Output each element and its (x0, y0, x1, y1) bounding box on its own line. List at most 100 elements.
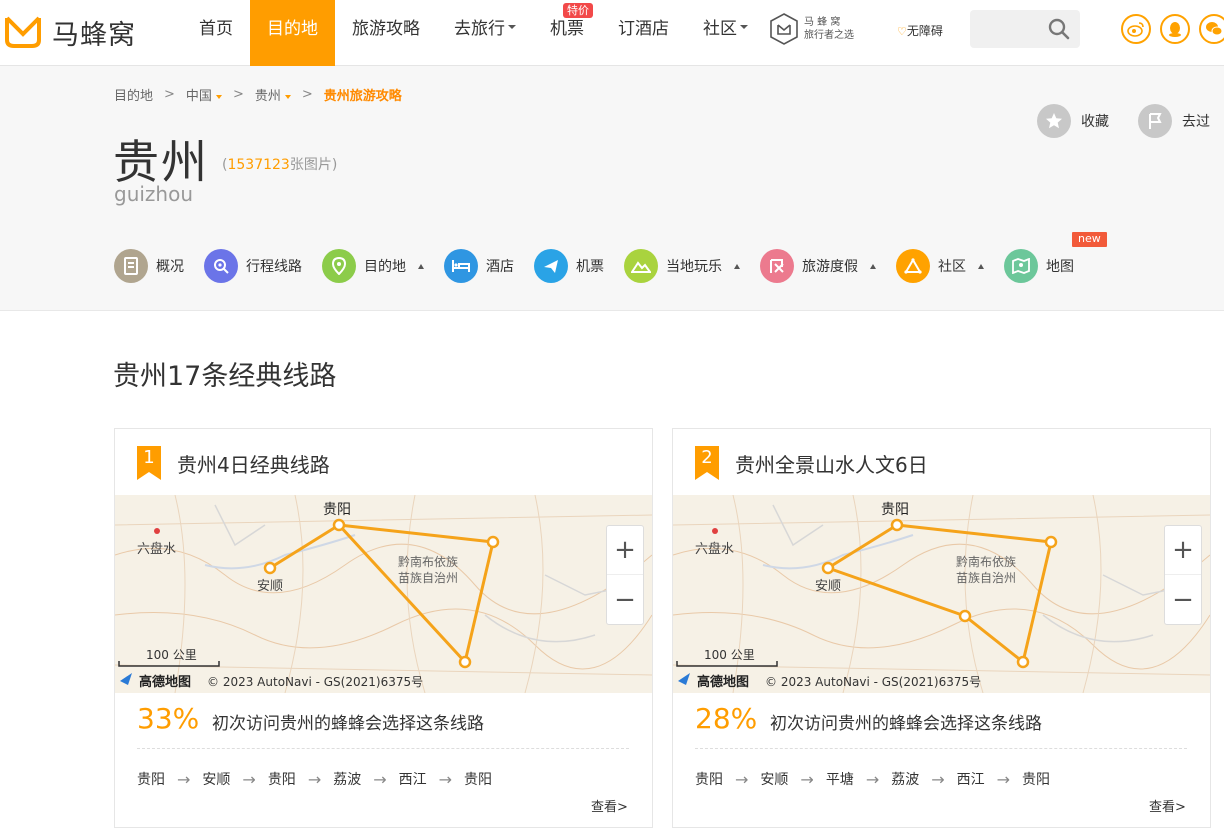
vacation-icon (760, 249, 794, 283)
chevron-down-icon (740, 25, 748, 29)
logo-text: 马蜂窝 (52, 19, 136, 51)
arrow-right-icon: → (438, 769, 453, 789)
route-title[interactable]: 贵州全景山水人文6日 (735, 449, 928, 478)
map-icon (1004, 249, 1038, 283)
caret-up-icon (418, 263, 424, 269)
view-more-link[interactable]: 查看> (591, 796, 628, 815)
map-copyright: © 2023 AutoNavi - GS(2021)6375号 (765, 675, 981, 689)
nav-label: 订酒店 (618, 19, 669, 39)
subnav-map[interactable]: 地图 new (1004, 232, 1107, 283)
weibo-icon[interactable] (1121, 14, 1151, 44)
site-logo[interactable]: 马蜂窝 (4, 12, 136, 52)
nav-label: 机票 (550, 19, 584, 39)
nav-label: 去旅行 (454, 19, 505, 39)
subnav-community[interactable]: 社区 (896, 249, 984, 283)
route-map[interactable]: 贵阳 安顺 六盘水 黔南布依族 苗族自治州 100 公里 高德地图 © 2023… (673, 495, 1210, 693)
map-label-anshun: 安顺 (815, 579, 841, 594)
photo-count-link[interactable]: (1537123张图片) (222, 154, 337, 174)
map-scale: 100 公里 (704, 648, 755, 662)
breadcrumb-destination[interactable]: 目的地 (114, 85, 153, 104)
qq-icon[interactable] (1160, 14, 1190, 44)
search-icon[interactable] (1048, 18, 1070, 40)
route-percent: 28% (695, 702, 758, 735)
subnav-routes[interactable]: 行程线路 (204, 249, 302, 283)
nav-label: 社区 (703, 19, 737, 39)
stop: 荔波 (333, 772, 362, 788)
brand2-line2: 旅行者之选 (804, 30, 854, 41)
route-icon (204, 249, 238, 283)
route-percent: 33% (137, 702, 200, 735)
wechat-glyph (1206, 22, 1223, 36)
subnav-label: 概况 (156, 259, 184, 275)
stop: 贵阳 (1022, 772, 1051, 788)
map-label-qiannan-1: 黔南布依族 (398, 554, 458, 569)
map-label-anshun: 安顺 (257, 579, 283, 594)
subnav-label: 社区 (938, 259, 966, 275)
divider (695, 748, 1187, 749)
star-icon (1037, 104, 1071, 138)
route-card[interactable]: 1 贵州4日经典线路 贵阳 安顺 六盘水 黔南布依族 苗族自治州 100 公里 (114, 428, 653, 828)
weibo-glyph (1127, 22, 1144, 37)
breadcrumb-label: 中国 (185, 89, 212, 104)
nav-flights[interactable]: 机票 特价 (533, 0, 601, 66)
brand2-line1: 马 蜂 窝 (804, 17, 841, 28)
nav-travel-guide[interactable]: 旅游攻略 (335, 0, 437, 66)
subnav-vacation[interactable]: 旅游度假 (760, 249, 876, 283)
plane-icon (534, 249, 568, 283)
search-input[interactable] (978, 10, 1048, 48)
accessibility-link[interactable]: ♡无障碍 (897, 22, 943, 39)
subnav-flights[interactable]: 机票 (534, 249, 604, 283)
stop: 贵阳 (464, 772, 493, 788)
map-copyright: © 2023 AutoNavi - GS(2021)6375号 (207, 675, 423, 689)
map-canvas: 贵阳 安顺 六盘水 黔南布依族 苗族自治州 100 公里 高德地图 © 2023… (115, 495, 652, 693)
breadcrumb-current: 贵州旅游攻略 (323, 89, 402, 104)
subnav-overview[interactable]: 概况 (114, 249, 184, 283)
view-more-link[interactable]: 查看> (1149, 796, 1186, 815)
map-zoom-control: + − (1164, 525, 1202, 625)
route-percent-text: 初次访问贵州的蜂蜂会选择这条线路 (770, 714, 1042, 734)
map-label-liupanshui: 六盘水 (137, 541, 176, 557)
nav-home[interactable]: 首页 (182, 0, 250, 66)
arrow-right-icon: → (307, 769, 322, 789)
subnav-label: 旅游度假 (802, 259, 858, 275)
mafengwo-select-brand[interactable]: 马 蜂 窝 旅行者之选 (768, 12, 854, 46)
nav-go-travel[interactable]: 去旅行 (437, 0, 533, 66)
route-map[interactable]: 贵阳 安顺 六盘水 黔南布依族 苗族自治州 100 公里 高德地图 © 2023… (115, 495, 652, 693)
subnav-local-fun[interactable]: 当地玩乐 (624, 249, 740, 283)
zoom-out-button[interactable]: − (607, 575, 643, 624)
subnav-label: 地图 (1046, 259, 1074, 275)
wechat-icon[interactable] (1199, 14, 1224, 44)
arrow-right-icon: → (865, 769, 880, 789)
breadcrumb-china[interactable]: 中国 (186, 85, 222, 104)
visited-button[interactable]: 去过 (1138, 104, 1210, 138)
subnav-label: 当地玩乐 (666, 259, 722, 275)
logo-icon (5, 16, 41, 48)
zoom-out-button[interactable]: − (1165, 575, 1201, 624)
divider (137, 748, 629, 749)
stop: 贵阳 (267, 772, 296, 788)
subnav-label: 酒店 (486, 259, 514, 275)
zoom-in-button[interactable]: + (1165, 526, 1201, 575)
arrow-right-icon: → (242, 769, 256, 789)
favorite-button[interactable]: 收藏 (1037, 104, 1109, 138)
stop: 平塘 (825, 772, 854, 788)
arrow-right-icon: → (996, 769, 1011, 789)
community-icon (896, 249, 930, 283)
accessibility-label: 无障碍 (906, 24, 943, 38)
stop: 西江 (398, 772, 427, 788)
route-card[interactable]: 2 贵州全景山水人文6日 贵阳 安顺 六盘水 黔南布依族 苗族自治州 100 公… (672, 428, 1211, 828)
nav-label: 旅游攻略 (352, 19, 420, 39)
brand-badge-icon (770, 13, 798, 45)
breadcrumb-guizhou[interactable]: 贵州 (255, 85, 291, 104)
subnav-hotels[interactable]: 酒店 (444, 249, 514, 283)
nav-hotels[interactable]: 订酒店 (601, 0, 686, 66)
zoom-in-button[interactable]: + (607, 526, 643, 575)
hotel-bed-icon (444, 249, 478, 283)
route-title[interactable]: 贵州4日经典线路 (177, 449, 330, 478)
arrow-right-icon: → (373, 769, 387, 789)
nav-destination[interactable]: 目的地 (250, 0, 335, 66)
nav-community[interactable]: 社区 (686, 0, 765, 66)
visited-label: 去过 (1182, 114, 1210, 130)
subnav-destinations[interactable]: 目的地 (322, 249, 424, 283)
route-stops: 贵阳 → 安顺 → 平塘 → 荔波 → 西江 → 贵阳 (695, 769, 1050, 789)
